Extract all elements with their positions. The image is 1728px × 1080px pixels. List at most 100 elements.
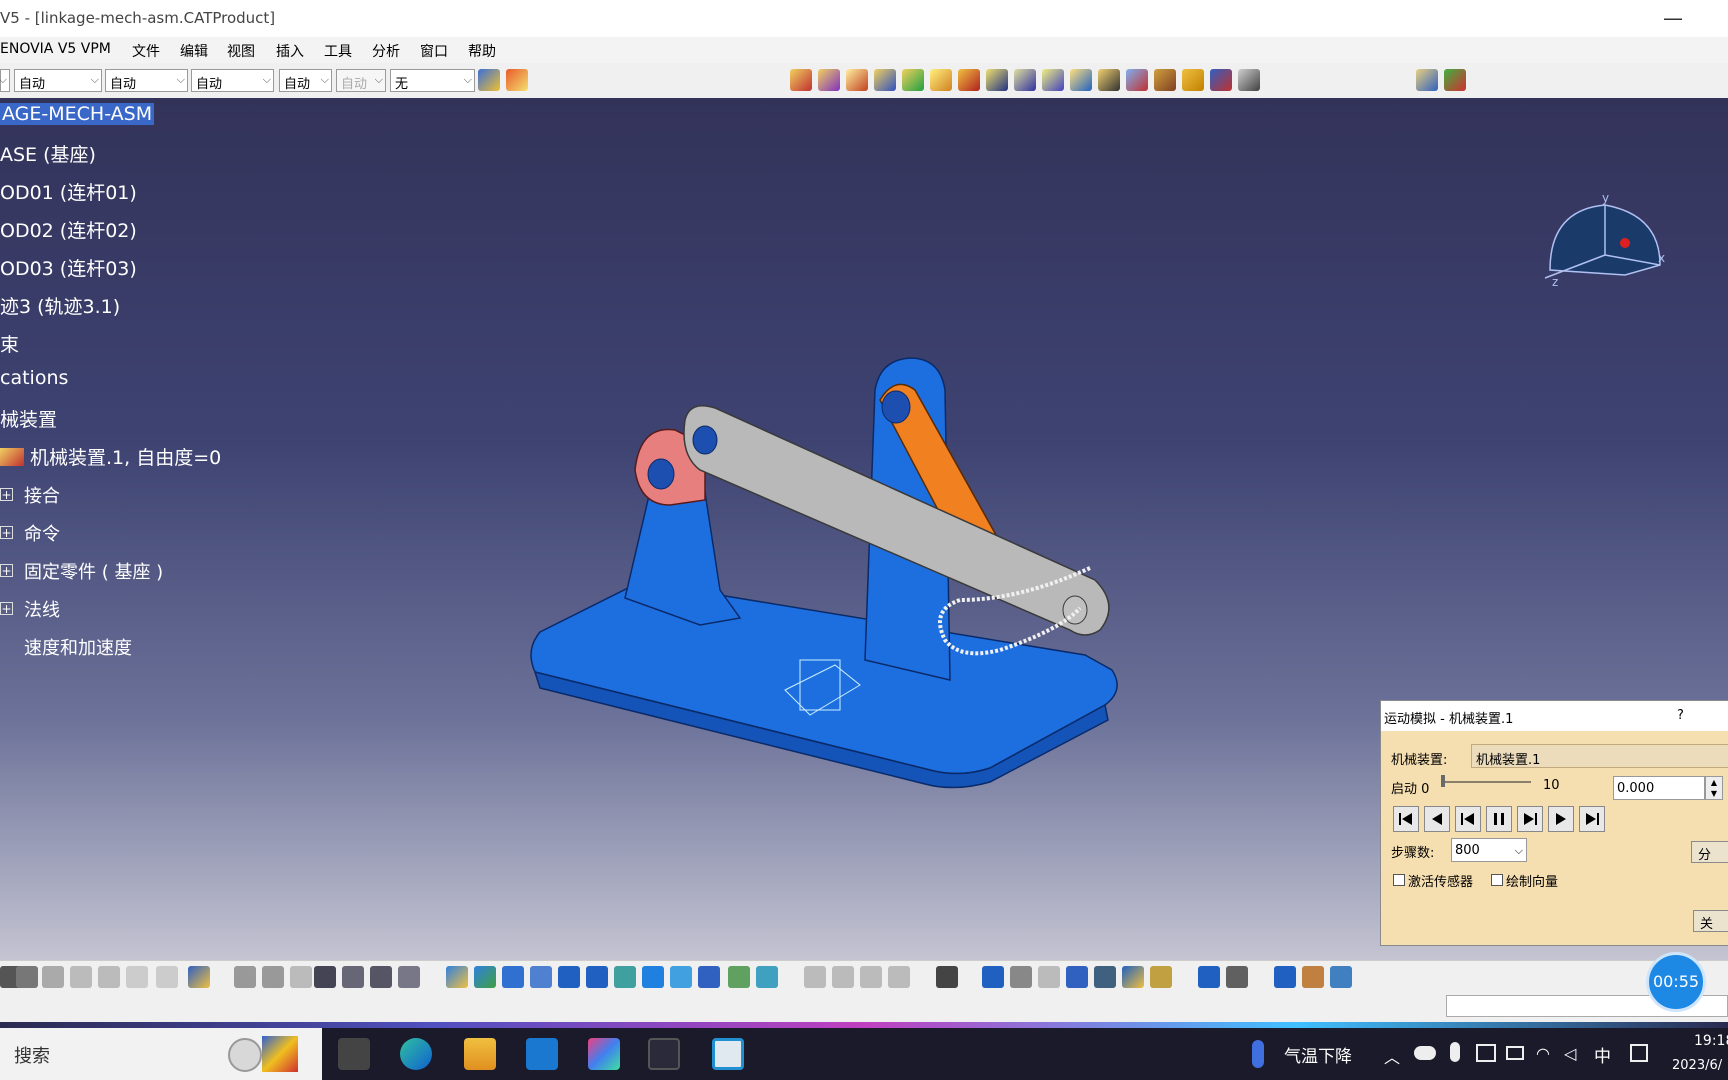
screen-icon[interactable] bbox=[1476, 1044, 1496, 1062]
comment-icon[interactable] bbox=[262, 966, 284, 988]
compile-simulation-icon[interactable] bbox=[1042, 69, 1064, 91]
tree-item[interactable]: ASE (基座) bbox=[0, 140, 96, 167]
menu-enovia[interactable]: ENOVIA V5 VPM bbox=[0, 41, 111, 57]
menu-help[interactable]: 帮助 bbox=[468, 41, 496, 61]
play-forward-button[interactable] bbox=[1548, 806, 1574, 832]
minimize-button[interactable]: — bbox=[1658, 4, 1688, 32]
jump-start-button[interactable] bbox=[1393, 806, 1419, 832]
tree-child-fixed-part[interactable]: + 固定零件 ( 基座 ) bbox=[0, 558, 163, 584]
tree-item[interactable]: 迹3 (轨迹3.1) bbox=[0, 292, 120, 319]
edge-icon[interactable] bbox=[400, 1038, 432, 1070]
constraint-icon[interactable] bbox=[1330, 966, 1352, 988]
expand-icon[interactable]: + bbox=[0, 602, 13, 615]
print-icon[interactable] bbox=[16, 966, 38, 988]
lock-icon[interactable] bbox=[370, 966, 392, 988]
help-button[interactable]: ? bbox=[1677, 708, 1684, 723]
clash-icon[interactable] bbox=[1226, 966, 1248, 988]
combo-clipped[interactable]: ⌵ bbox=[0, 69, 10, 92]
replay-icon[interactable] bbox=[1070, 69, 1092, 91]
hide-show-icon[interactable] bbox=[728, 966, 750, 988]
revolute-joint-icon[interactable] bbox=[846, 69, 868, 91]
time-slider-track[interactable] bbox=[1443, 781, 1531, 783]
tree-item[interactable]: cations bbox=[0, 367, 68, 389]
undo-icon[interactable] bbox=[126, 966, 148, 988]
table-icon[interactable] bbox=[314, 966, 336, 988]
menu-analyze[interactable]: 分析 bbox=[372, 41, 400, 61]
pan-icon[interactable] bbox=[502, 966, 524, 988]
whats-this-icon[interactable] bbox=[188, 966, 210, 988]
step-forward-button[interactable] bbox=[1517, 806, 1543, 832]
menu-view[interactable]: 视图 bbox=[227, 41, 255, 61]
tree-item[interactable]: OD02 (连杆02) bbox=[0, 216, 137, 243]
rigid-joint-icon[interactable] bbox=[958, 69, 980, 91]
formula-icon[interactable] bbox=[234, 966, 256, 988]
clock-date[interactable]: 2023/6/ bbox=[1672, 1058, 1722, 1073]
time-input[interactable]: 0.000 bbox=[1613, 776, 1705, 800]
update-icon[interactable] bbox=[1274, 966, 1296, 988]
jump-end-button[interactable] bbox=[1579, 806, 1605, 832]
combo-auto-2[interactable]: 自动 ⌵ bbox=[105, 69, 188, 92]
zoom-in-icon[interactable] bbox=[558, 966, 580, 988]
paste-icon[interactable] bbox=[98, 966, 120, 988]
sequencer-icon[interactable] bbox=[1098, 69, 1120, 91]
mail-icon[interactable] bbox=[526, 1038, 558, 1070]
search-icon[interactable] bbox=[1066, 966, 1088, 988]
window-app-icon[interactable] bbox=[712, 1038, 744, 1070]
copy-icon[interactable] bbox=[70, 966, 92, 988]
clock-time[interactable]: 19:18 bbox=[1694, 1033, 1728, 1049]
ime-mode-icon[interactable] bbox=[1630, 1044, 1648, 1062]
iso-view-icon[interactable] bbox=[670, 966, 692, 988]
expand-icon[interactable]: + bbox=[0, 488, 13, 501]
camera-icon[interactable] bbox=[936, 966, 958, 988]
time-slider-thumb[interactable] bbox=[1441, 775, 1445, 787]
tree-item[interactable]: OD03 (连杆03) bbox=[0, 254, 137, 281]
app-icon[interactable] bbox=[588, 1038, 620, 1070]
brush-icon[interactable] bbox=[506, 69, 528, 91]
menu-insert[interactable]: 插入 bbox=[276, 41, 304, 61]
cloud-icon[interactable] bbox=[1414, 1046, 1436, 1060]
spin-button[interactable]: ▲ ▼ bbox=[1705, 776, 1723, 800]
fit-all-icon[interactable] bbox=[474, 966, 496, 988]
tree-child-laws[interactable]: + 法线 bbox=[0, 596, 60, 622]
close-button[interactable]: 关闭 bbox=[1693, 910, 1728, 932]
trace-icon[interactable] bbox=[1444, 69, 1466, 91]
first-frame-icon[interactable] bbox=[1010, 966, 1032, 988]
render-icon[interactable] bbox=[1122, 966, 1144, 988]
battery-icon[interactable] bbox=[1506, 1046, 1524, 1060]
expand-icon[interactable]: + bbox=[0, 526, 13, 539]
speed-acceleration-icon[interactable] bbox=[1126, 69, 1148, 91]
compass-icon[interactable]: y x z bbox=[1540, 190, 1670, 298]
combo-auto-4[interactable]: 自动 ⌵ bbox=[279, 69, 332, 92]
ime-indicator[interactable]: 中 bbox=[1594, 1042, 1611, 1067]
tree-child-commands[interactable]: + 命令 bbox=[0, 520, 60, 546]
menu-tools[interactable]: 工具 bbox=[324, 41, 352, 61]
menu-file[interactable]: 文件 bbox=[132, 41, 160, 61]
joint-icon[interactable] bbox=[818, 69, 840, 91]
dialog-title-bar[interactable]: 运动模拟 - 机械装置.1 ? bbox=[1381, 701, 1728, 731]
zoom-out-icon[interactable] bbox=[586, 966, 608, 988]
weather-text[interactable]: 气温下降 bbox=[1284, 1042, 1352, 1067]
volume-icon[interactable]: ◁ bbox=[1564, 1044, 1576, 1063]
file-explorer-icon[interactable] bbox=[464, 1038, 496, 1070]
assembly-icon[interactable] bbox=[1302, 966, 1324, 988]
last-frame-icon[interactable] bbox=[1038, 966, 1060, 988]
pause-button[interactable] bbox=[1486, 806, 1512, 832]
combo-auto-1[interactable]: 自动 ⌵ bbox=[14, 69, 102, 92]
task-view-icon[interactable] bbox=[338, 1038, 370, 1070]
material-icon[interactable] bbox=[1150, 966, 1172, 988]
cylindrical-joint-icon[interactable] bbox=[902, 69, 924, 91]
play-back-button[interactable] bbox=[1424, 806, 1450, 832]
step-back-button[interactable] bbox=[1455, 806, 1481, 832]
simulation-icon[interactable] bbox=[986, 69, 1008, 91]
menu-edit[interactable]: 编辑 bbox=[180, 41, 208, 61]
screw-joint-icon[interactable] bbox=[930, 69, 952, 91]
expand-icon[interactable]: + bbox=[0, 564, 13, 577]
swap-space-icon[interactable] bbox=[756, 966, 778, 988]
measure-icon[interactable] bbox=[1094, 966, 1116, 988]
prismatic-joint-icon[interactable] bbox=[874, 69, 896, 91]
combo-none[interactable]: 无 ⌵ bbox=[390, 69, 475, 92]
painter-icon[interactable] bbox=[478, 69, 500, 91]
tree-icon[interactable] bbox=[342, 966, 364, 988]
shading-icon[interactable] bbox=[698, 966, 720, 988]
taskbar-search[interactable]: 搜索 bbox=[0, 1028, 322, 1080]
